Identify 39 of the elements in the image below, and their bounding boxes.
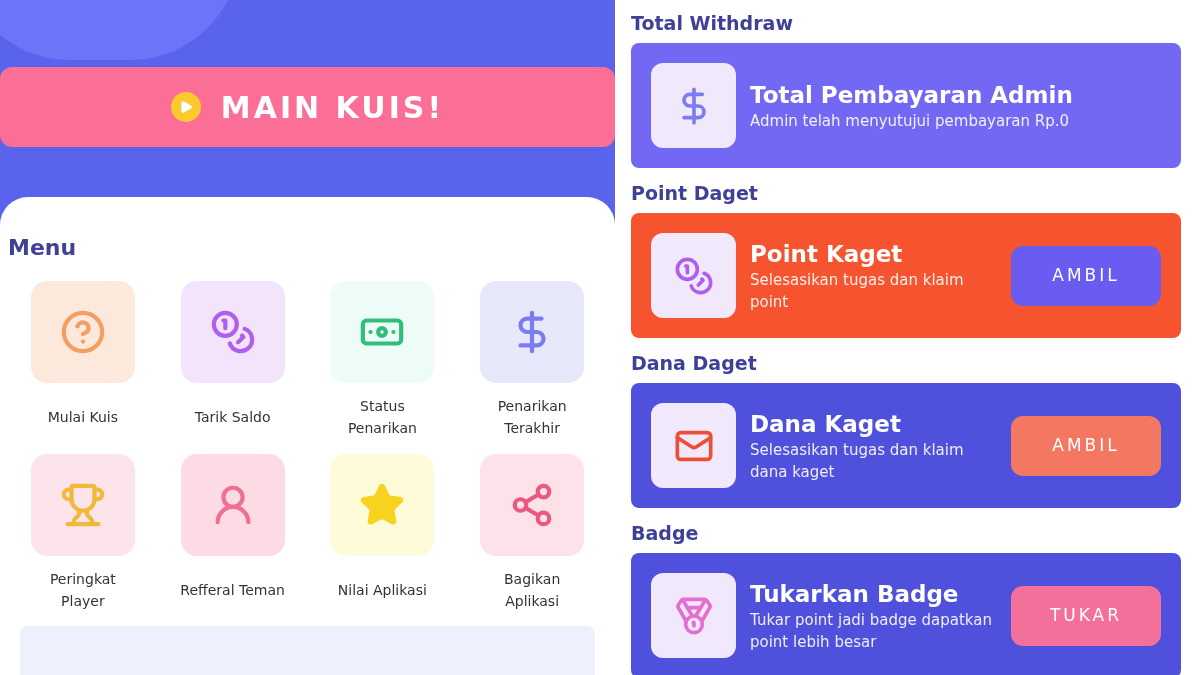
- menu-tile[interactable]: [180, 454, 285, 556]
- action-button[interactable]: AMBIL: [1011, 245, 1161, 306]
- menu-label: Bagikan Aplikasi: [503, 570, 562, 611]
- menu-tile[interactable]: [30, 281, 135, 383]
- medal-icon: [673, 595, 714, 636]
- card-description: Tukar point jadi badge dapatkan point lebih besar: [750, 609, 993, 653]
- menu-label: Penarikan Terakhir: [496, 397, 568, 438]
- menu-tile[interactable]: [180, 281, 285, 383]
- menu-tile[interactable]: [330, 281, 435, 383]
- card-description: Selesasikan tugas dan klaim dana kaget: [750, 439, 965, 483]
- card-title: Point Kaget: [750, 239, 904, 269]
- menu-label: Peringkat Player: [48, 570, 117, 611]
- card-title: Total Pembayaran Admin: [750, 80, 1074, 110]
- play-quiz-button[interactable]: MAIN KUIS!: [0, 67, 615, 147]
- question-icon: [59, 309, 106, 355]
- coins-icon: [673, 255, 714, 296]
- section-heading: Menu: [8, 237, 78, 259]
- trophy-icon: [59, 482, 106, 528]
- card-title: Tukarkan Badge: [750, 579, 960, 609]
- menu-label: Nilai Aplikasi: [336, 581, 428, 600]
- action-button[interactable]: AMBIL: [1011, 415, 1161, 476]
- menu-tile[interactable]: [330, 454, 435, 556]
- menu-tile[interactable]: [480, 454, 585, 556]
- section-heading: Dana Daget: [631, 350, 758, 376]
- card-description: Admin telah menyutujui pembayaran Rp.0: [750, 110, 1071, 132]
- section-heading: Total Withdraw: [631, 10, 794, 36]
- menu-label: Tarik Saldo: [193, 408, 272, 427]
- menu-tile[interactable]: [30, 454, 135, 556]
- card-description: Selesasikan tugas dan klaim point: [750, 269, 965, 313]
- section-heading: Badge: [631, 520, 700, 546]
- section-heading: Point Daget: [631, 180, 759, 206]
- card-title: Dana Kaget: [750, 409, 902, 439]
- play-icon: [170, 92, 201, 122]
- menu-label: Status Penarikan: [346, 397, 418, 438]
- menu-label: Refferal Teman: [179, 581, 286, 600]
- menu-label: Mulai Kuis: [46, 408, 120, 427]
- action-button[interactable]: TUKAR: [1011, 585, 1161, 646]
- menu-tile[interactable]: [480, 281, 585, 383]
- coins-icon: [209, 309, 256, 355]
